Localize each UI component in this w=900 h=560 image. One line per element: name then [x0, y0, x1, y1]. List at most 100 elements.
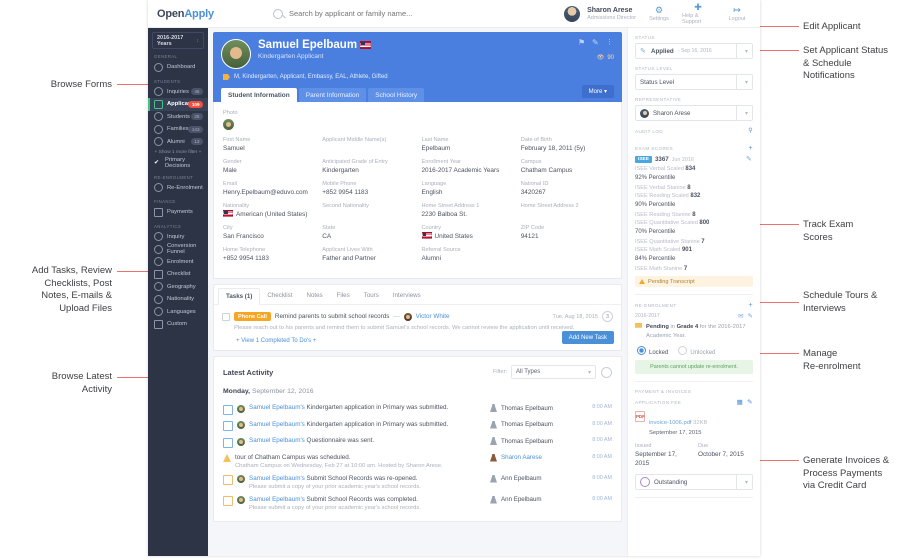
sidebar-item-custom[interactable]: Custom: [148, 318, 208, 331]
sidebar-item-label: Checklist: [167, 271, 191, 278]
sidebar-item-applicants[interactable]: Applicants 109: [148, 98, 208, 111]
more-button[interactable]: More ▾: [581, 85, 614, 98]
mail-icon[interactable]: ✉: [738, 312, 743, 320]
tab-checklist[interactable]: Checklist: [260, 288, 299, 304]
settings-gear-icon[interactable]: [601, 366, 612, 378]
radio-locked[interactable]: Locked: [637, 346, 668, 356]
view-completed-todos-link[interactable]: + View 1 Completed To Do's +: [214, 331, 621, 344]
sidebar-item-enrolment[interactable]: Enrolment: [148, 256, 208, 269]
year-selector[interactable]: 2016-2017 Years ↕: [152, 32, 204, 49]
sidebar-item-geography[interactable]: Geography: [148, 281, 208, 294]
tag-icon[interactable]: ⚑: [578, 39, 586, 47]
activity-subject-link[interactable]: Samuel Epelbaum's: [249, 496, 305, 503]
sidebar-item-payments[interactable]: Payments: [148, 206, 208, 219]
tab-interviews[interactable]: Interviews: [386, 288, 428, 304]
task-checkbox[interactable]: [222, 312, 230, 321]
outstanding-label: Outstanding: [654, 478, 688, 486]
funnel-icon: [154, 244, 163, 254]
sidebar-item-primary-decisions[interactable]: ✔ Primary Decisions: [148, 157, 208, 170]
tab-student-information[interactable]: Student Information: [221, 88, 297, 102]
representative-select[interactable]: Sharon Arese ▾: [635, 105, 753, 121]
exam-score-value: 901: [681, 247, 692, 253]
representative-header: REPRESENTATIVE: [635, 97, 682, 102]
issued-label: Issued: [635, 443, 652, 449]
filter-select[interactable]: All Types ▾: [511, 365, 596, 379]
activity-message: Kindergarten application in Primary was …: [304, 420, 449, 428]
settings-button[interactable]: ⚙ Settings: [643, 5, 675, 22]
sidebar-item-inquiry[interactable]: Inquiry: [148, 231, 208, 244]
search-box[interactable]: [265, 8, 564, 19]
us-flag-icon: [421, 232, 432, 239]
app-logo[interactable]: OpenApply: [148, 8, 265, 20]
activity-subject-link[interactable]: Samuel Epelbaum's: [249, 404, 305, 411]
outstanding-select[interactable]: Outstanding ▾: [635, 474, 753, 490]
sidebar-item-label: Payments: [167, 209, 193, 216]
activity-subject-link[interactable]: Samuel Epelbaum's: [249, 421, 305, 428]
add-icon[interactable]: +: [749, 145, 754, 152]
search-icon[interactable]: ⚲: [748, 128, 753, 135]
info-field-value: [521, 246, 612, 260]
activity-subject-link[interactable]: Samuel Epelbaum's: [249, 475, 305, 482]
sidebar-item-checklist[interactable]: Checklist: [148, 268, 208, 281]
chevron-down-icon: ▾: [587, 369, 591, 376]
students-icon: [154, 112, 163, 122]
avatar: [403, 312, 412, 321]
sidebar-item-students[interactable]: Students 28: [148, 111, 208, 124]
us-flag-icon: [223, 210, 233, 217]
activity-subject-link[interactable]: Samuel Epelbaum's: [249, 437, 305, 444]
logout-button[interactable]: ↦ Logout: [721, 4, 753, 22]
exam-score-value: 7: [701, 238, 705, 245]
sidebar-item-alumni[interactable]: Alumni 13: [148, 136, 208, 149]
applicant-photo: [223, 119, 234, 130]
info-field-label: Home Telephone: [223, 247, 266, 253]
eye-icon: 👁: [596, 55, 605, 61]
task-title: Remind parents to submit school records: [274, 313, 390, 320]
sidebar-item-nationality[interactable]: Nationality: [148, 293, 208, 306]
info-field-value: 2016-2017 Academic Years: [421, 167, 500, 174]
info-field: [521, 246, 612, 268]
sidebar-badge: 28: [190, 113, 203, 121]
page-title: Samuel Epelbaum: [258, 39, 614, 52]
sidebar-item-dashboard[interactable]: Dashboard: [148, 61, 208, 74]
info-field: Applicant Lives With Father and Partner: [322, 246, 413, 268]
sidebar-item-label: Enrolment: [167, 258, 194, 265]
sidebar-item-re-enrolment[interactable]: Re-Enrolment: [148, 182, 208, 195]
task-assignee[interactable]: Victor White: [416, 313, 450, 320]
status-select[interactable]: ✎ Applied - Sep 16, 2016 ▾: [635, 43, 753, 59]
edit-pencil-icon[interactable]: ✎: [592, 39, 600, 47]
sidebar-show-more-filters[interactable]: + Show 1 more filter +: [148, 148, 208, 157]
edit-pencil-icon[interactable]: ✎: [747, 399, 753, 406]
tab-parent-information[interactable]: Parent Information: [298, 88, 367, 102]
invoice-file-link[interactable]: invoice-1006.pdf 32KB: [649, 420, 707, 426]
sidebar-item-inquiries[interactable]: Inquiries 45: [148, 86, 208, 99]
invoice-icon[interactable]: ▦: [737, 399, 744, 406]
tab-school-history[interactable]: School History: [368, 88, 425, 102]
add-icon[interactable]: +: [749, 302, 754, 309]
status-level-select[interactable]: Status Level ▾: [635, 74, 753, 90]
info-field-value: [322, 210, 413, 224]
tab-tasks[interactable]: Tasks (1): [218, 288, 261, 305]
tab-notes[interactable]: Notes: [299, 288, 329, 304]
more-vertical-icon[interactable]: ⋮: [606, 39, 614, 47]
activity-text: Samuel Epelbaum's Kindergarten applicati…: [249, 404, 486, 411]
sidebar-item-languages[interactable]: Languages: [148, 306, 208, 319]
sidebar-item-families[interactable]: Families 143: [148, 123, 208, 136]
help-button[interactable]: ✚ Help & Support: [682, 2, 714, 25]
tab-tours[interactable]: Tours: [357, 288, 386, 304]
edit-pencil-icon[interactable]: ✎: [748, 312, 753, 320]
edit-pencil-icon[interactable]: ✎: [746, 156, 753, 163]
more-button-label: More: [588, 89, 603, 95]
search-input[interactable]: [287, 8, 491, 19]
exam-percentile: 90% Percentile: [635, 201, 676, 208]
tab-files[interactable]: Files: [330, 288, 357, 304]
info-field: ZIP Code 94121: [521, 224, 612, 246]
check-icon: ✔: [154, 159, 160, 166]
add-new-task-button[interactable]: Add New Task: [561, 331, 614, 344]
activity-actor-name[interactable]: Sharon Aarese: [501, 454, 542, 461]
activity-message: tour of Chatham Campus was scheduled.: [235, 453, 351, 461]
logout-icon: ↦: [733, 4, 741, 15]
sidebar-item-conversion-funnel[interactable]: Conversion Funnel: [148, 243, 208, 256]
sidebar-group-analytics: ANALYTICS: [154, 223, 182, 229]
exam-score-line: ISEE Quantitative Stanine 7: [635, 238, 753, 247]
radio-unlocked[interactable]: Unlocked: [678, 346, 715, 356]
